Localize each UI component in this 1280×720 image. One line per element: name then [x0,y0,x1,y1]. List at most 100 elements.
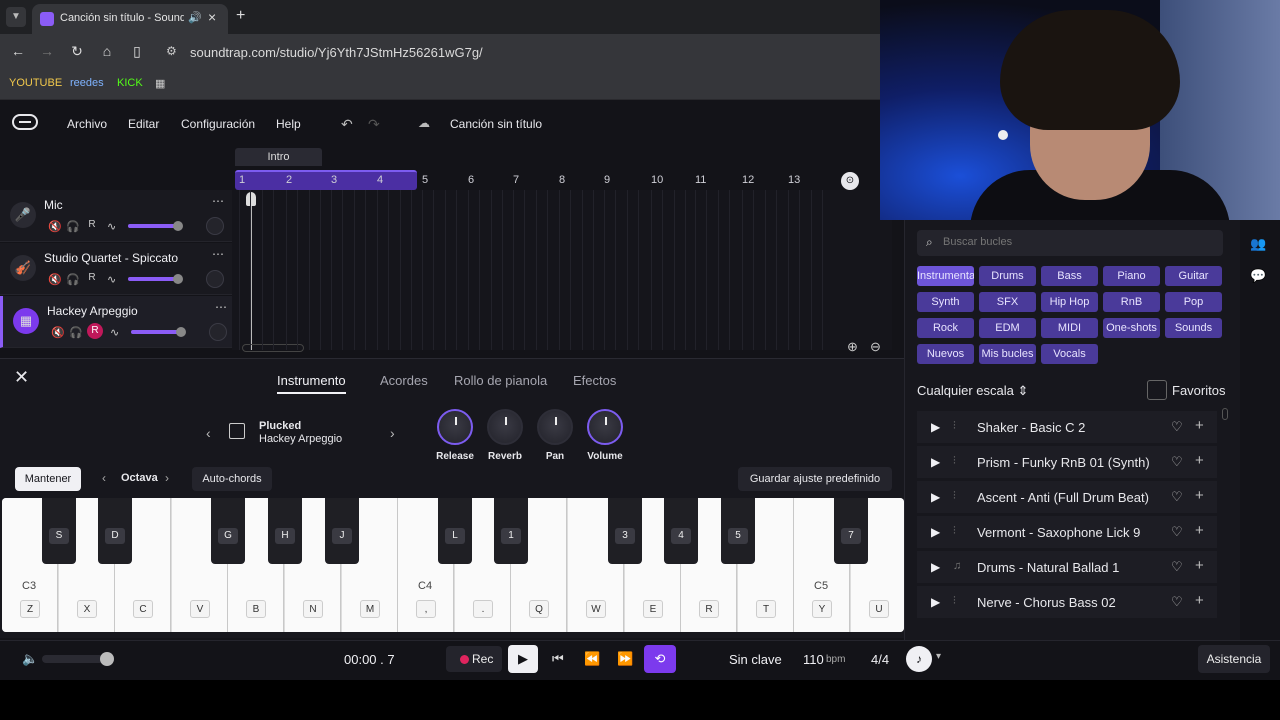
filter-chip[interactable]: Guitar [1165,266,1222,286]
track-pan-knob[interactable] [206,270,224,288]
bookmark-kick[interactable]: KICK [117,77,143,89]
menu-archivo[interactable]: Archivo [67,117,107,131]
black-key[interactable]: 1 [494,498,528,564]
filter-chip[interactable]: One-shots [1103,318,1160,338]
mute-icon[interactable]: 🔇 [51,326,65,339]
octave-up-icon[interactable]: › [165,471,169,485]
filter-chip[interactable]: Synth [917,292,974,312]
track-pan-knob[interactable] [209,323,227,341]
bar-number[interactable]: 5 [422,174,428,186]
apps-grid-icon[interactable]: ▦ [155,77,165,90]
reverb-knob[interactable] [487,409,523,445]
bar-number[interactable]: 6 [468,174,474,186]
heart-icon[interactable]: ♡ [1171,524,1183,540]
filter-chip[interactable]: Mis bucles [979,344,1036,364]
pan-knob[interactable] [537,409,573,445]
black-key[interactable]: 5 [721,498,755,564]
favorites-checkbox[interactable] [1147,380,1167,400]
tab-acordes[interactable]: Acordes [380,373,428,388]
heart-icon[interactable]: ♡ [1171,419,1183,435]
filter-chip[interactable]: Sounds [1165,318,1222,338]
loop-toggle-icon[interactable]: ⟲ [644,645,676,673]
automation-icon[interactable]: ∿ [107,273,116,286]
tab-list-chevron-icon[interactable]: ▼ [6,7,26,27]
play-icon[interactable]: ▶ [931,455,940,469]
site-info-icon[interactable]: ⚙ [166,44,177,58]
track-name[interactable]: Hackey Arpeggio [47,304,138,318]
track-volume-handle[interactable] [173,221,183,231]
collaborators-icon[interactable]: 👥 [1250,236,1266,252]
heart-icon[interactable]: ♡ [1171,454,1183,470]
bar-number[interactable]: 2 [286,174,292,186]
filter-chip[interactable]: Bass [1041,266,1098,286]
filter-chip[interactable]: Instrumental [917,266,974,286]
mute-icon[interactable]: 🔇 [48,273,62,286]
play-icon[interactable]: ▶ [931,420,940,434]
menu-help[interactable]: Help [276,117,301,131]
track[interactable]: 🎤 Mic ⋯ 🔇 🎧 R ∿ [0,190,232,242]
bar-number[interactable]: 4 [377,174,383,186]
auto-chords-button[interactable]: Auto-chords [192,467,272,491]
rewind-icon[interactable]: ⏪ [584,651,600,667]
piano-keyboard[interactable]: Z X C V B N M,. Q W E R T Y U C3 C4 C5 S D G H J L 1 3 4 5 7 [2,498,904,632]
track-name[interactable]: Studio Quartet - Spiccato [44,251,178,265]
mute-icon[interactable]: 🔇 [48,220,62,233]
bookmark-reedes[interactable]: reedes [70,77,104,89]
loop-item[interactable]: ▶ ⫶ Prism - Funky RnB 01 (Synth) ♡ + [917,446,1217,479]
volume-knob[interactable] [587,409,623,445]
more-options-icon[interactable]: ⋯ [212,194,224,208]
black-key[interactable]: G [211,498,245,564]
loop-search[interactable]: ⌕ [917,230,1223,256]
black-key[interactable]: J [325,498,359,564]
bar-number[interactable]: 3 [331,174,337,186]
filter-chip[interactable]: Vocals [1041,344,1098,364]
tab-efectos[interactable]: Efectos [573,373,616,388]
black-key[interactable]: D [98,498,132,564]
undo-icon[interactable]: ↶ [341,116,353,133]
keep-button[interactable]: Mantener [15,467,81,491]
add-icon[interactable]: + [1195,452,1204,469]
bar-number[interactable]: 13 [788,174,800,186]
octave-down-icon[interactable]: ‹ [102,471,106,485]
black-key[interactable]: S [42,498,76,564]
preset-category[interactable]: Plucked [259,420,301,432]
preset-prev-icon[interactable]: ‹ [206,425,211,441]
preset-next-icon[interactable]: › [390,425,395,441]
master-volume-handle[interactable] [100,652,114,666]
speaker-icon[interactable]: 🔊 [188,11,202,24]
play-icon[interactable]: ▶ [931,560,940,574]
track-pan-knob[interactable] [206,217,224,235]
skip-to-start-icon[interactable]: ⏮ [552,651,564,667]
loop-item[interactable]: ▶ ⫶ Ascent - Anti (Full Drum Beat) ♡ + [917,481,1217,514]
forward-icon[interactable]: → [38,43,56,59]
play-button[interactable]: ▶ [508,645,538,673]
cloud-save-icon[interactable]: ☁ [418,116,430,130]
key-selector[interactable]: Sin clave [729,652,782,667]
add-icon[interactable]: + [1195,487,1204,504]
intro-section-label[interactable]: Intro [235,148,322,166]
play-icon[interactable]: ▶ [931,490,940,504]
bar-number[interactable]: 12 [742,174,754,186]
new-tab-icon[interactable]: + [236,7,245,25]
master-volume-icon[interactable]: 🔈 [22,651,38,667]
loop-item[interactable]: ▶ ⫶ Vermont - Saxophone Lick 9 ♡ + [917,516,1217,549]
record-arm-button[interactable]: R [87,323,103,339]
filter-chip[interactable]: Nuevos [917,344,974,364]
black-key[interactable]: 3 [608,498,642,564]
black-key[interactable]: 4 [664,498,698,564]
url-field[interactable]: soundtrap.com/studio/Yj6Yth7JStmHz56261w… [190,45,483,60]
scale-selector[interactable]: Cualquier escala ⇕ [917,383,1028,399]
fast-forward-icon[interactable]: ⏩ [617,651,633,667]
heart-icon[interactable]: ♡ [1171,559,1183,575]
black-key[interactable]: L [438,498,472,564]
more-options-icon[interactable]: ⋯ [212,247,224,261]
snap-icon[interactable]: ⊙ [841,172,859,190]
filter-chip[interactable]: SFX [979,292,1036,312]
record-arm-button[interactable]: R [84,270,100,286]
record-button[interactable]: Rec [446,646,502,672]
menu-editar[interactable]: Editar [128,117,159,131]
soundtrap-logo-icon[interactable] [12,114,38,130]
search-input[interactable] [943,236,1213,248]
menu-configuracion[interactable]: Configuración [181,117,255,131]
add-icon[interactable]: + [1195,557,1204,574]
